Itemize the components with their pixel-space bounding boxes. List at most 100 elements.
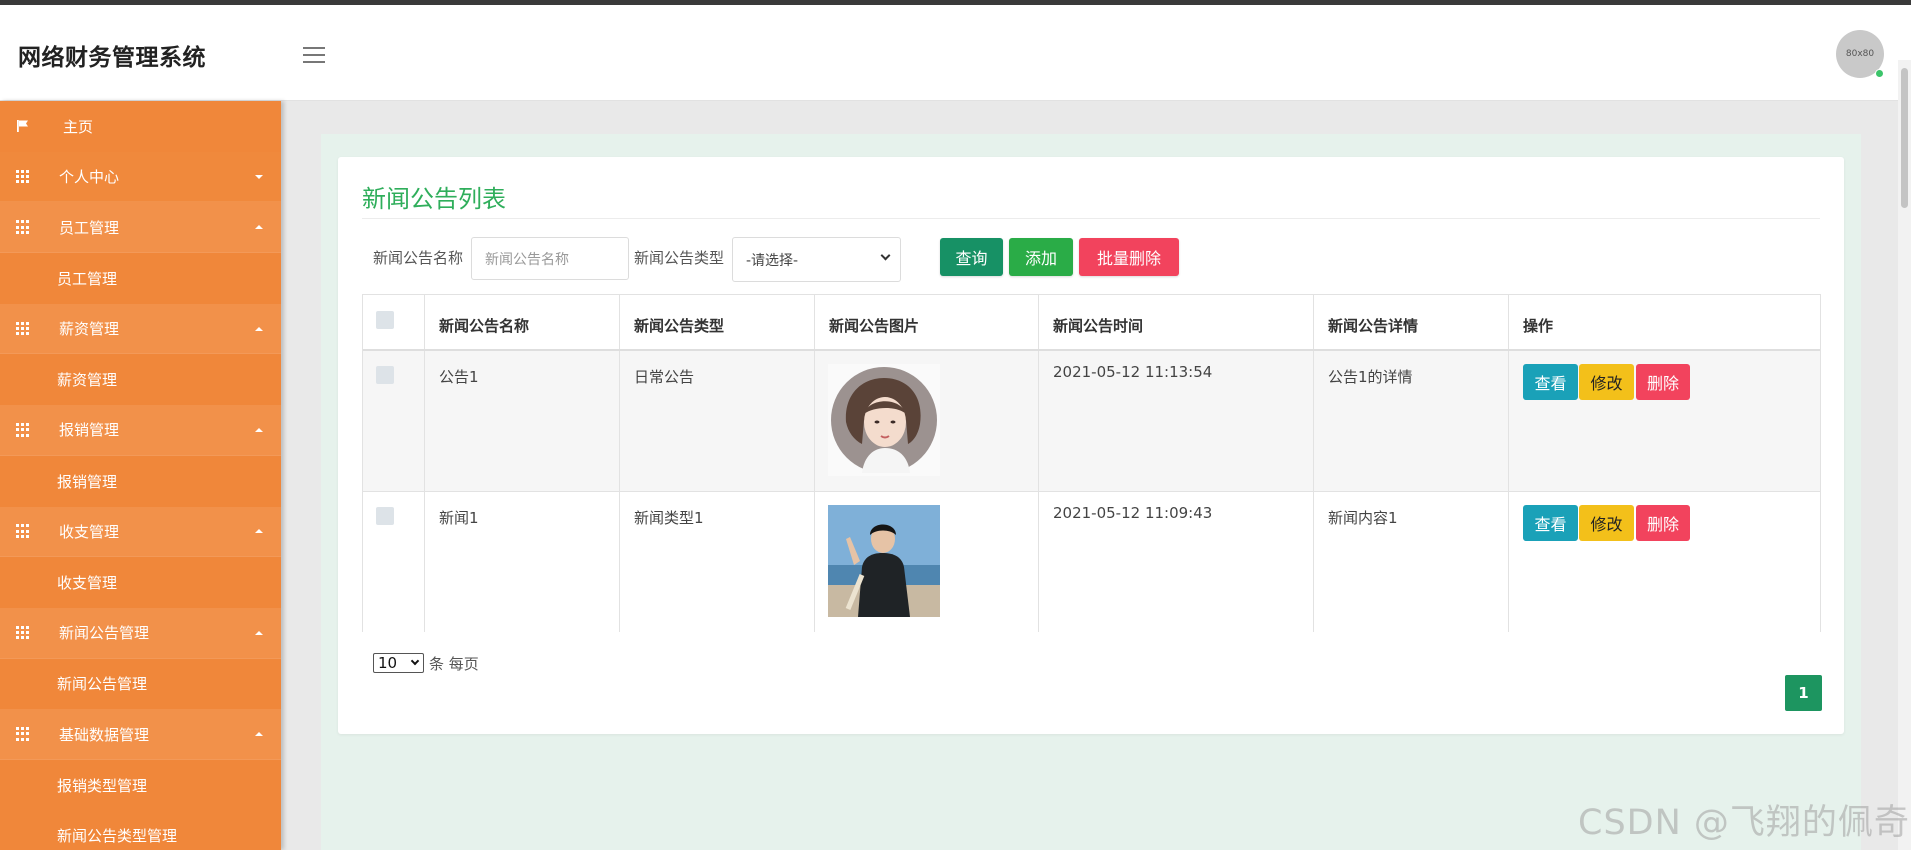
sidebar-item-label: 薪资管理 bbox=[59, 320, 120, 339]
page-number-button[interactable]: 1 bbox=[1785, 675, 1822, 711]
page-scrollbar[interactable] bbox=[1898, 60, 1911, 850]
sidebar-subitem-reimbursement-management[interactable]: 报销管理 bbox=[0, 456, 281, 507]
add-button[interactable]: 添加 bbox=[1009, 238, 1073, 276]
header-cell: 新闻公告类型 bbox=[620, 295, 815, 349]
row-checkbox[interactable] bbox=[376, 366, 394, 384]
view-button[interactable]: 查看 bbox=[1523, 505, 1578, 541]
header-actions: 操作 bbox=[1523, 317, 1554, 335]
watermark: CSDN @飞翔的佩奇 bbox=[1578, 803, 1910, 843]
row-checkbox[interactable] bbox=[376, 507, 394, 525]
top-header: 网络财务管理系统 80x80 bbox=[0, 5, 1911, 101]
image-cell bbox=[815, 492, 1039, 632]
page-size-value: 10 bbox=[378, 654, 398, 672]
row-detail: 公告1的详情 bbox=[1328, 368, 1413, 386]
news-table: 新闻公告名称 新闻公告类型 新闻公告图片 新闻公告时间 新闻公告详情 操作 公告… bbox=[362, 294, 1821, 632]
header-type: 新闻公告类型 bbox=[634, 317, 725, 335]
sidebar: 主页 个人中心 员工管理 员工管理 薪资管理 薪资管理 报销管理 报销管理 收支… bbox=[0, 101, 281, 850]
detail-cell: 公告1的详情 bbox=[1314, 351, 1509, 491]
select-all-checkbox[interactable] bbox=[376, 311, 394, 329]
header-cell: 操作 bbox=[1509, 295, 1820, 349]
header-cell: 新闻公告详情 bbox=[1314, 295, 1509, 349]
sidebar-item-home[interactable]: 主页 bbox=[0, 101, 281, 152]
sidebar-subitem-income-expense-management[interactable]: 收支管理 bbox=[0, 557, 281, 608]
name-filter-label: 新闻公告名称 bbox=[373, 249, 464, 267]
chevron-up-icon bbox=[255, 630, 263, 635]
page-size-select[interactable]: 10 bbox=[373, 653, 424, 673]
news-image-photo-person bbox=[828, 505, 940, 617]
chevron-up-icon bbox=[255, 732, 263, 737]
header-image: 新闻公告图片 bbox=[829, 317, 920, 335]
actions-cell: 查看 修改 删除 bbox=[1509, 351, 1820, 491]
chevron-down-icon bbox=[880, 250, 891, 261]
sidebar-item-personal-center[interactable]: 个人中心 bbox=[0, 151, 281, 203]
delete-button[interactable]: 删除 bbox=[1636, 505, 1690, 541]
sidebar-item-news-announcement-management[interactable]: 新闻公告管理 bbox=[0, 607, 281, 659]
sidebar-item-income-expense-management[interactable]: 收支管理 bbox=[0, 506, 281, 558]
type-filter-selected: -请选择- bbox=[746, 252, 799, 269]
type-filter-label: 新闻公告类型 bbox=[634, 249, 725, 267]
row-checkbox-cell bbox=[363, 351, 425, 491]
news-image-illustrated-girl bbox=[828, 364, 940, 476]
type-filter-select[interactable]: -请选择- bbox=[732, 237, 901, 282]
actions-cell: 查看 修改 删除 bbox=[1509, 492, 1820, 632]
sidebar-item-label: 收支管理 bbox=[57, 574, 118, 593]
grid-icon bbox=[16, 321, 30, 336]
row-type: 新闻类型1 bbox=[634, 509, 704, 527]
sidebar-item-label: 薪资管理 bbox=[57, 371, 118, 390]
row-name: 公告1 bbox=[439, 368, 479, 386]
sidebar-item-label: 报销管理 bbox=[57, 472, 118, 491]
sidebar-subitem-employee-management[interactable]: 员工管理 bbox=[0, 253, 281, 304]
page-title: 新闻公告列表 bbox=[362, 185, 506, 213]
time-cell: 2021-05-12 11:13:54 bbox=[1039, 351, 1314, 491]
chevron-down-icon bbox=[255, 174, 263, 179]
name-filter-input[interactable]: 新闻公告名称 bbox=[471, 237, 629, 280]
header-name: 新闻公告名称 bbox=[439, 317, 530, 335]
sidebar-item-label: 主页 bbox=[63, 117, 94, 136]
sidebar-item-label: 员工管理 bbox=[59, 218, 120, 237]
image-cell bbox=[815, 351, 1039, 491]
app-title: 网络财务管理系统 bbox=[18, 45, 206, 71]
type-cell: 新闻类型1 bbox=[620, 492, 815, 632]
title-divider bbox=[362, 218, 1820, 219]
name-cell: 公告1 bbox=[425, 351, 620, 491]
chevron-up-icon bbox=[255, 427, 263, 432]
time-cell: 2021-05-12 11:09:43 bbox=[1039, 492, 1314, 632]
view-button[interactable]: 查看 bbox=[1523, 364, 1578, 400]
delete-button[interactable]: 删除 bbox=[1636, 364, 1690, 400]
sidebar-item-label: 报销管理 bbox=[59, 421, 120, 440]
sidebar-item-label: 个人中心 bbox=[59, 168, 120, 187]
sidebar-subitem-reimbursement-type-management[interactable]: 报销类型管理 bbox=[0, 760, 281, 811]
sidebar-subitem-salary-management[interactable]: 薪资管理 bbox=[0, 354, 281, 405]
edit-button[interactable]: 修改 bbox=[1579, 505, 1634, 541]
grid-icon bbox=[16, 727, 30, 741]
row-time: 2021-05-12 11:09:43 bbox=[1053, 504, 1213, 522]
edit-button[interactable]: 修改 bbox=[1579, 364, 1634, 400]
search-button[interactable]: 查询 bbox=[940, 238, 1003, 276]
flag-icon bbox=[17, 120, 28, 133]
sidebar-item-label: 报销类型管理 bbox=[57, 776, 148, 795]
grid-icon bbox=[16, 422, 30, 437]
header-checkbox-cell bbox=[363, 295, 425, 349]
scrollbar-thumb[interactable] bbox=[1901, 68, 1908, 208]
news-list-card: 新闻公告列表 新闻公告名称 新闻公告名称 新闻公告类型 -请选择- 查询 添加 … bbox=[338, 157, 1844, 734]
sidebar-item-basic-data-management[interactable]: 基础数据管理 bbox=[0, 709, 281, 760]
sidebar-item-employee-management[interactable]: 员工管理 bbox=[0, 202, 281, 254]
detail-cell: 新闻内容1 bbox=[1314, 492, 1509, 632]
header-cell: 新闻公告名称 bbox=[425, 295, 620, 349]
sidebar-subitem-news-type-management[interactable]: 新闻公告类型管理 bbox=[0, 811, 281, 850]
batch-delete-button[interactable]: 批量删除 bbox=[1079, 238, 1179, 276]
grid-icon bbox=[16, 524, 30, 538]
sidebar-item-label: 新闻公告管理 bbox=[57, 675, 148, 694]
avatar-placeholder-text: 80x80 bbox=[1845, 49, 1875, 59]
menu-toggle-icon[interactable] bbox=[303, 47, 325, 63]
header-cell: 新闻公告时间 bbox=[1039, 295, 1314, 349]
sidebar-item-reimbursement-management[interactable]: 报销管理 bbox=[0, 405, 281, 456]
header-cell: 新闻公告图片 bbox=[815, 295, 1039, 349]
online-status-dot bbox=[1875, 69, 1884, 78]
table-row: 公告1 日常公告 2021-05-12 11:13:54 公告1的详情 查看 修… bbox=[363, 351, 1820, 492]
chevron-up-icon bbox=[255, 529, 263, 534]
grid-icon bbox=[16, 220, 30, 234]
chevron-up-icon bbox=[255, 326, 263, 331]
sidebar-item-salary-management[interactable]: 薪资管理 bbox=[0, 303, 281, 355]
sidebar-subitem-news-announcement-management[interactable]: 新闻公告管理 bbox=[0, 659, 281, 710]
